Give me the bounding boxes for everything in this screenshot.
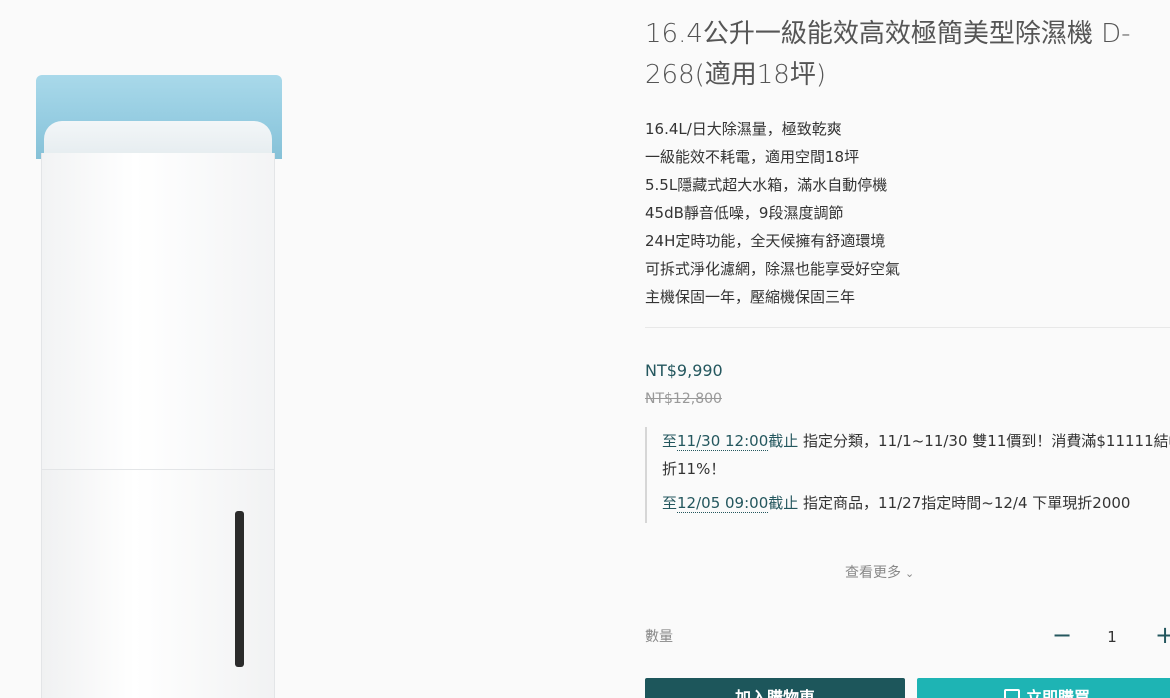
feature-item: 16.4L/日大除濕量，極致乾爽 — [645, 120, 842, 138]
feature-item: 主機保固一年，壓縮機保固三年 — [645, 288, 856, 306]
add-to-cart-button[interactable]: 加入購物車 — [645, 678, 905, 698]
feature-item: 一級能效不耗電，適用空間18坪 — [645, 148, 860, 166]
feature-item: 5.5L隱藏式超大水箱，滿水自動停機 — [645, 176, 888, 194]
product-info: 16.4公升一級能效高效極簡美型除濕機 D-268(適用18坪) 16.4L/日… — [645, 0, 1170, 698]
see-more-label: 查看更多 — [845, 565, 901, 581]
divider — [645, 327, 1170, 328]
promotion-deadline-link[interactable]: 至11/30 12:00截止 — [662, 432, 798, 451]
dehumidifier-body-upper — [41, 153, 275, 469]
water-level-window — [235, 511, 244, 667]
feature-item: 24H定時功能，全天候擁有舒適環境 — [645, 232, 886, 250]
product-image[interactable] — [0, 0, 600, 698]
dehumidifier-lid-slot — [44, 121, 272, 155]
product-page: 16.4公升一級能效高效極簡美型除濕機 D-268(適用18坪) 16.4L/日… — [0, 0, 1170, 698]
promotion-item: 至11/30 12:00截止 指定分類，11/1~11/30 雙11價到！消費滿… — [662, 427, 1170, 483]
promotion-item: 至12/05 09:00截止 指定商品，11/27指定時間~12/4 下單現折2… — [662, 489, 1170, 517]
feature-item: 可拆式淨化濾網，除濕也能享受好空氣 — [645, 260, 901, 278]
sale-price: NT$9,990 — [645, 361, 723, 380]
promotion-text: 指定商品，11/27指定時間~12/4 下單現折2000 — [798, 494, 1131, 512]
shopping-bag-icon — [1003, 689, 1020, 698]
feature-list: 16.4L/日大除濕量，極致乾爽 一級能效不耗電，適用空間18坪 5.5L隱藏式… — [645, 115, 900, 311]
buy-now-label: 立即購買 — [1025, 688, 1090, 698]
dehumidifier-illustration — [36, 75, 282, 698]
quantity-increase-button[interactable]: + — [1150, 620, 1170, 650]
see-more-button[interactable]: 查看更多 ⌄ — [845, 562, 914, 582]
add-to-cart-label: 加入購物車 — [734, 688, 815, 698]
chevron-down-icon: ⌄ — [905, 567, 915, 580]
buy-now-button[interactable]: 立即購買 — [917, 678, 1170, 698]
promotion-deadline-link[interactable]: 至12/05 09:00截止 — [662, 494, 798, 513]
quantity-value[interactable]: 1 — [1097, 628, 1127, 646]
quantity-decrease-button[interactable]: − — [1047, 620, 1077, 650]
dehumidifier-lid — [36, 75, 282, 159]
quantity-label: 數量 — [645, 629, 673, 645]
promotion-list: 至11/30 12:00截止 指定分類，11/1~11/30 雙11價到！消費滿… — [645, 427, 1170, 523]
feature-item: 45dB靜音低噪，9段濕度調節 — [645, 204, 844, 222]
original-price: NT$12,800 — [645, 391, 722, 407]
product-title: 16.4公升一級能效高效極簡美型除濕機 D-268(適用18坪) — [645, 19, 1131, 90]
